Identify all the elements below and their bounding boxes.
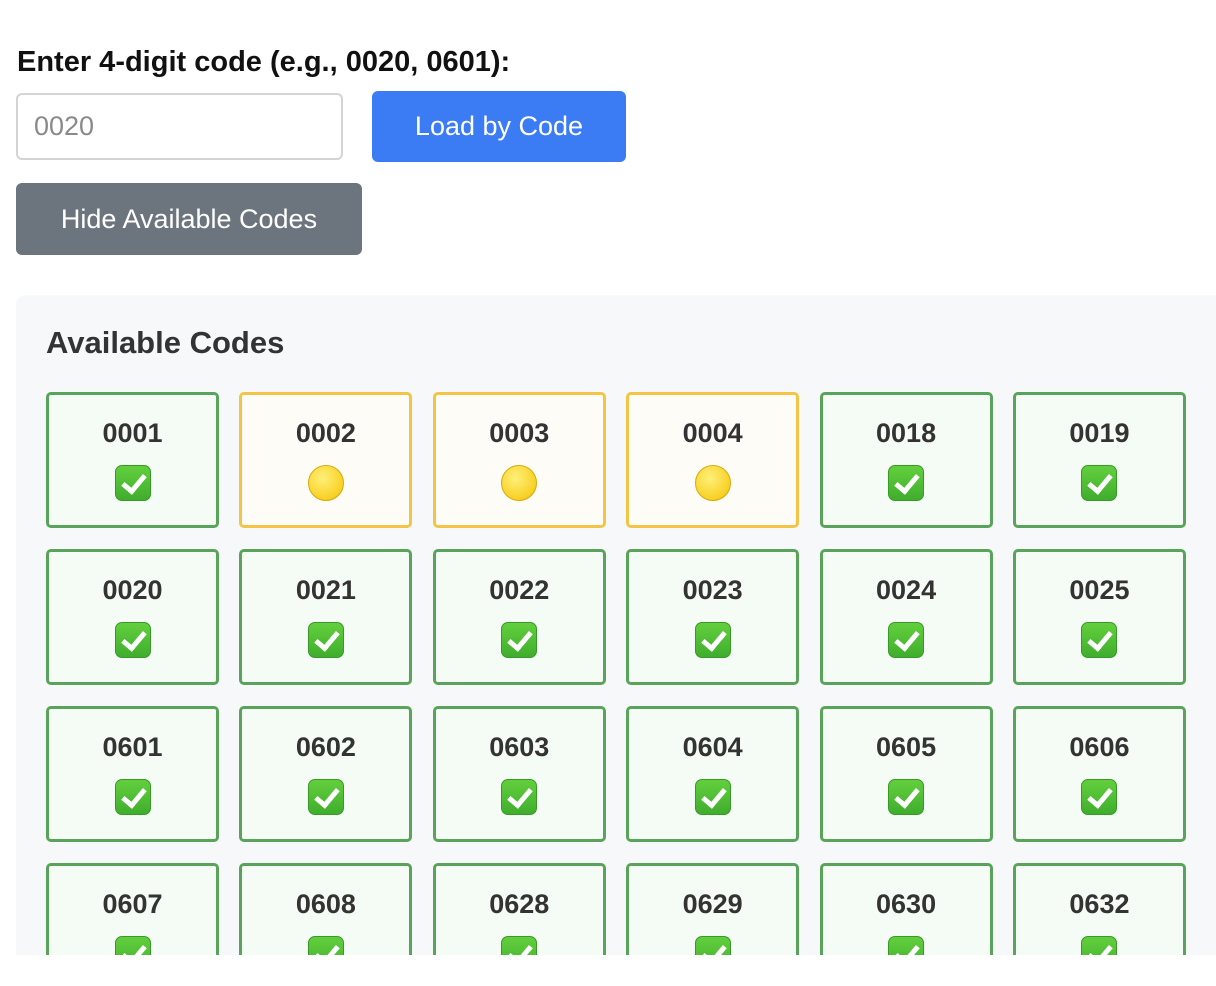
check-mark-icon <box>1081 465 1118 501</box>
code-number: 0604 <box>682 732 743 762</box>
code-tile[interactable]: 0603 <box>432 706 606 842</box>
code-number: 0020 <box>102 575 163 605</box>
check-mark-icon <box>1081 779 1118 815</box>
code-tile[interactable]: 0001 <box>46 392 219 528</box>
yellow-circle-icon <box>501 465 538 501</box>
available-codes-grid: 0001 0002 0003 0004 0018 0019 0020 0021 0022 0023… <box>46 392 1186 955</box>
check-mark-icon <box>114 779 151 815</box>
code-tile[interactable]: 0604 <box>626 706 800 842</box>
check-mark-icon <box>307 936 344 955</box>
code-number: 0607 <box>102 889 163 919</box>
code-number: 0601 <box>102 732 163 762</box>
code-number: 0023 <box>682 575 743 605</box>
check-mark-icon <box>694 779 731 815</box>
check-mark-icon <box>307 622 344 658</box>
code-tile[interactable]: 0608 <box>239 863 413 955</box>
check-mark-icon <box>114 622 151 658</box>
code-number: 0003 <box>489 418 550 448</box>
code-number: 0602 <box>295 732 356 762</box>
code-tile[interactable]: 0019 <box>1012 392 1186 528</box>
available-codes-panel: Available Codes 0001 0002 0003 0004 0018 0019… <box>16 295 1216 955</box>
code-tile[interactable]: 0021 <box>239 549 413 685</box>
code-number: 0022 <box>489 575 550 605</box>
code-number: 0628 <box>489 889 550 919</box>
code-tile[interactable]: 0629 <box>626 863 800 955</box>
code-tile[interactable]: 0602 <box>239 706 413 842</box>
check-mark-icon <box>694 936 731 955</box>
code-number: 0001 <box>102 418 163 448</box>
code-tile[interactable]: 0002 <box>239 392 413 528</box>
code-tile[interactable]: 0628 <box>432 863 606 955</box>
code-tile[interactable]: 0022 <box>432 549 606 685</box>
code-number: 0024 <box>876 575 937 605</box>
code-tile[interactable]: 0606 <box>1012 706 1186 842</box>
code-tile[interactable]: 0023 <box>626 549 800 685</box>
yellow-circle-icon <box>307 465 344 501</box>
code-loader-page: Enter 4-digit code (e.g., 0020, 0601): L… <box>0 0 1216 986</box>
code-tile[interactable]: 0020 <box>46 549 219 685</box>
code-tile[interactable]: 0601 <box>46 706 219 842</box>
code-number: 0606 <box>1069 732 1130 762</box>
code-number: 0019 <box>1069 418 1130 448</box>
code-tile[interactable]: 0025 <box>1012 549 1186 685</box>
code-tile[interactable]: 0024 <box>819 549 993 685</box>
check-mark-icon <box>888 779 925 815</box>
check-mark-icon <box>888 465 925 501</box>
code-tile[interactable]: 0003 <box>432 392 606 528</box>
check-mark-icon <box>888 936 925 955</box>
code-number: 0629 <box>682 889 743 919</box>
check-mark-icon <box>694 622 731 658</box>
code-input-label: Enter 4-digit code (e.g., 0020, 0601): <box>17 46 511 78</box>
code-number: 0018 <box>876 418 937 448</box>
code-tile[interactable]: 0607 <box>46 863 219 955</box>
yellow-circle-icon <box>694 465 731 501</box>
code-number: 0004 <box>682 418 743 448</box>
code-input[interactable] <box>16 93 343 160</box>
code-number: 0605 <box>876 732 937 762</box>
check-mark-icon <box>114 936 151 955</box>
code-number: 0630 <box>876 889 937 919</box>
code-number: 0021 <box>295 575 356 605</box>
code-tile[interactable]: 0632 <box>1012 863 1186 955</box>
code-number: 0025 <box>1069 575 1130 605</box>
code-number: 0632 <box>1069 889 1130 919</box>
hide-available-codes-button[interactable]: Hide Available Codes <box>16 183 362 255</box>
code-number: 0608 <box>295 889 356 919</box>
check-mark-icon <box>888 622 925 658</box>
check-mark-icon <box>1081 622 1118 658</box>
available-codes-title: Available Codes <box>46 325 285 360</box>
check-mark-icon <box>501 622 538 658</box>
check-mark-icon <box>501 936 538 955</box>
check-mark-icon <box>307 779 344 815</box>
code-tile[interactable]: 0605 <box>819 706 993 842</box>
load-by-code-button[interactable]: Load by Code <box>372 91 626 162</box>
code-number: 0603 <box>489 732 550 762</box>
code-tile[interactable]: 0630 <box>819 863 993 955</box>
check-mark-icon <box>114 465 151 501</box>
code-tile[interactable]: 0004 <box>626 392 800 528</box>
check-mark-icon <box>501 779 538 815</box>
check-mark-icon <box>1081 936 1118 955</box>
code-tile[interactable]: 0018 <box>819 392 993 528</box>
code-number: 0002 <box>295 418 356 448</box>
